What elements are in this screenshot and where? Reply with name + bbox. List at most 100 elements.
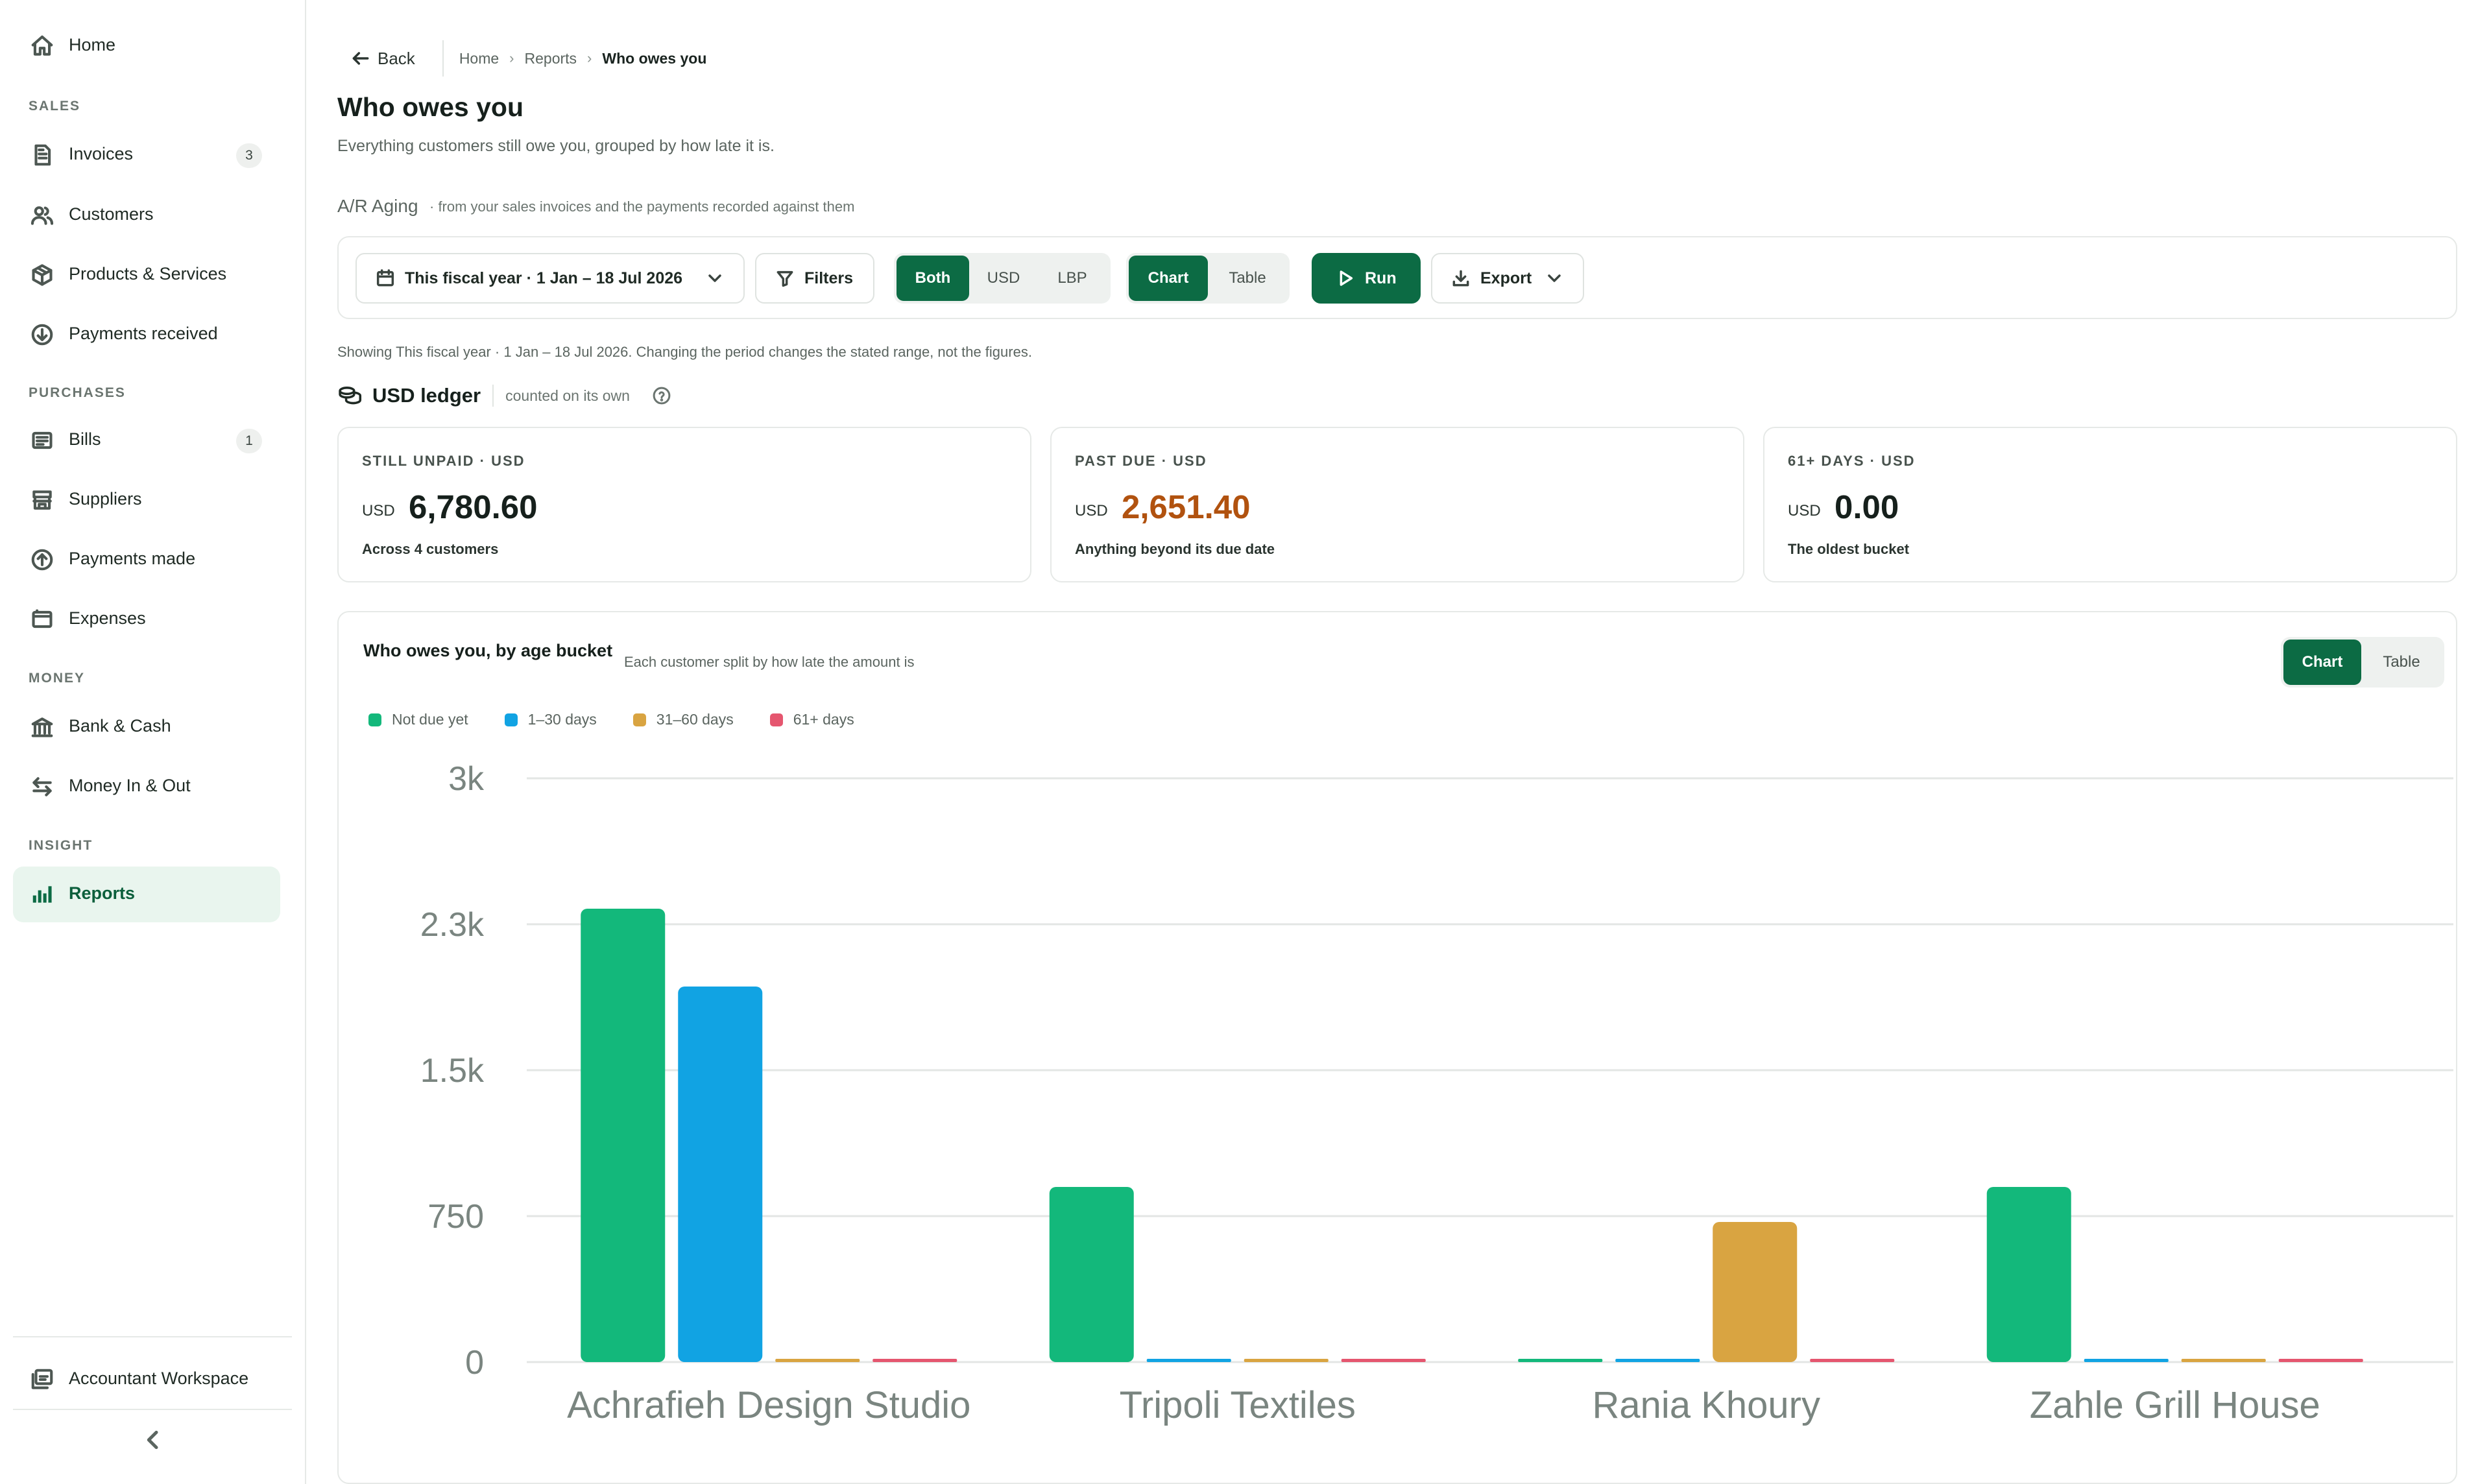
bar-1	[678, 987, 763, 1362]
export-button[interactable]: Export	[1431, 253, 1584, 304]
sidebar-item-money-in-out[interactable]: Money In & Out	[13, 759, 280, 815]
chevron-down-icon	[708, 274, 721, 282]
bar-0	[1049, 1187, 1134, 1362]
back-button[interactable]: Back	[350, 48, 415, 69]
sidebar-item-bills[interactable]: Bills 1	[13, 413, 280, 468]
sidebar-item-label: Reports	[69, 883, 136, 903]
bar-2	[775, 1359, 860, 1362]
wallet-icon	[30, 607, 54, 632]
document-icon	[30, 143, 54, 167]
chevron-right-icon: ›	[587, 50, 592, 66]
section-money: MONEY	[29, 671, 86, 686]
ledger-header: USD ledger counted on its own	[337, 381, 671, 410]
transfer-icon	[30, 774, 54, 799]
count-badge: 1	[236, 429, 262, 453]
view-option-table[interactable]: Table	[1208, 256, 1287, 301]
ledger-title: USD ledger	[372, 384, 481, 407]
divider	[13, 1409, 292, 1410]
page-title: Who owes you	[337, 92, 523, 122]
currency-option-usd[interactable]: USD	[969, 256, 1038, 301]
sidebar-item-products[interactable]: Products & Services	[13, 247, 280, 303]
help-icon[interactable]	[652, 386, 671, 405]
run-button[interactable]: Run	[1312, 253, 1421, 304]
breadcrumb-reports[interactable]: Reports	[525, 50, 577, 67]
report-name: A/R Aging	[337, 196, 418, 216]
kpi-caption: The oldest bucket	[1788, 541, 1910, 557]
breadcrumb-home[interactable]: Home	[459, 50, 499, 67]
coins-icon	[337, 383, 362, 409]
ledger-note: counted on its own	[505, 387, 630, 404]
kpi-caption: Across 4 customers	[362, 541, 499, 557]
y-tick-label: 1.5k	[420, 1052, 485, 1090]
view-option-chart[interactable]: Chart	[1129, 256, 1208, 301]
export-label: Export	[1480, 269, 1532, 287]
x-tick-label: Rania Khoury	[1593, 1384, 1820, 1426]
play-icon	[1340, 270, 1353, 286]
breadcrumb-current: Who owes you	[602, 49, 707, 67]
sidebar-item-payments-made[interactable]: Payments made	[13, 532, 280, 588]
currency-toggle: Both USD LBP	[894, 253, 1111, 304]
kpi-value: 6,780.60	[409, 488, 538, 525]
arrow-up-circle-icon	[30, 547, 54, 572]
filters-label: Filters	[804, 269, 854, 287]
section-purchases: PURCHASES	[29, 385, 126, 400]
sidebar-item-home[interactable]: Home	[13, 18, 280, 74]
sidebar-item-payments-received[interactable]: Payments received	[13, 307, 280, 363]
kpi-label: PAST DUE · USD	[1075, 453, 1207, 469]
period-picker[interactable]: This fiscal year · 1 Jan – 18 Jul 2026	[355, 253, 745, 304]
sidebar-item-expenses[interactable]: Expenses	[13, 592, 280, 647]
report-toolbar: This fiscal year · 1 Jan – 18 Jul 2026 F…	[337, 236, 2457, 319]
sidebar-item-label: Payments made	[69, 549, 196, 568]
divider	[442, 40, 444, 77]
currency-option-both[interactable]: Both	[897, 256, 969, 301]
accountant-workspace-link[interactable]: Accountant Workspace	[13, 1352, 280, 1407]
bar-3	[1341, 1359, 1426, 1362]
run-label: Run	[1365, 269, 1397, 287]
report-source-note: · from your sales invoices and the payme…	[429, 198, 855, 215]
chevron-down-icon	[1548, 274, 1561, 282]
y-tick-label: 750	[427, 1198, 484, 1236]
kpi-label: STILL UNPAID · USD	[362, 453, 525, 469]
divider	[13, 1336, 292, 1337]
sidebar-item-label: Accountant Workspace	[69, 1369, 249, 1388]
currency-option-lbp[interactable]: LBP	[1038, 256, 1107, 301]
divider	[492, 385, 494, 407]
x-tick-label: Zahle Grill House	[2030, 1384, 2320, 1426]
bar-0	[1986, 1187, 2071, 1362]
collapse-sidebar-button[interactable]	[140, 1427, 166, 1453]
y-tick-label: 0	[465, 1344, 484, 1382]
arrow-down-circle-icon	[30, 322, 54, 347]
x-tick-label: Tripoli Textiles	[1120, 1384, 1356, 1426]
bar-0	[581, 909, 666, 1362]
sidebar-item-invoices[interactable]: Invoices 3	[13, 127, 280, 183]
kpi-caption: Anything beyond its due date	[1075, 541, 1275, 557]
filter-icon	[776, 270, 793, 287]
receipt-icon	[30, 428, 54, 453]
sidebar-item-label: Payments received	[69, 324, 218, 343]
chevron-left-icon	[147, 1430, 158, 1450]
bar-0	[1518, 1359, 1603, 1362]
store-icon	[30, 488, 54, 512]
section-insight: INSIGHT	[29, 838, 93, 853]
bar-chart-icon	[30, 882, 54, 907]
sidebar-item-bank[interactable]: Bank & Cash	[13, 699, 280, 755]
kpi-label: 61+ DAYS · USD	[1788, 453, 1916, 469]
sidebar-item-label: Bills	[69, 429, 101, 449]
sidebar-item-reports[interactable]: Reports	[13, 867, 280, 922]
bank-icon	[30, 715, 54, 739]
sidebar-item-label: Customers	[69, 204, 154, 224]
bar-3	[2278, 1359, 2363, 1362]
kpi-card-unpaid: STILL UNPAID · USD USD 6,780.60 Across 4…	[337, 427, 1031, 582]
sidebar-item-suppliers[interactable]: Suppliers	[13, 472, 280, 528]
period-notice: Showing This fiscal year · 1 Jan – 18 Ju…	[337, 344, 1032, 360]
sidebar-item-customers[interactable]: Customers	[13, 187, 280, 243]
sidebar-item-label: Home	[69, 35, 116, 54]
sidebar-item-label: Money In & Out	[69, 776, 191, 795]
section-sales: SALES	[29, 99, 81, 114]
filters-button[interactable]: Filters	[755, 253, 874, 304]
y-tick-label: 2.3k	[420, 906, 485, 944]
sidebar-item-label: Products & Services	[69, 264, 227, 283]
aging-chart-card: Who owes you, by age bucket Each custome…	[337, 611, 2457, 1484]
bar-1	[1615, 1359, 1700, 1362]
kpi-value: 2,651.40	[1122, 488, 1251, 525]
